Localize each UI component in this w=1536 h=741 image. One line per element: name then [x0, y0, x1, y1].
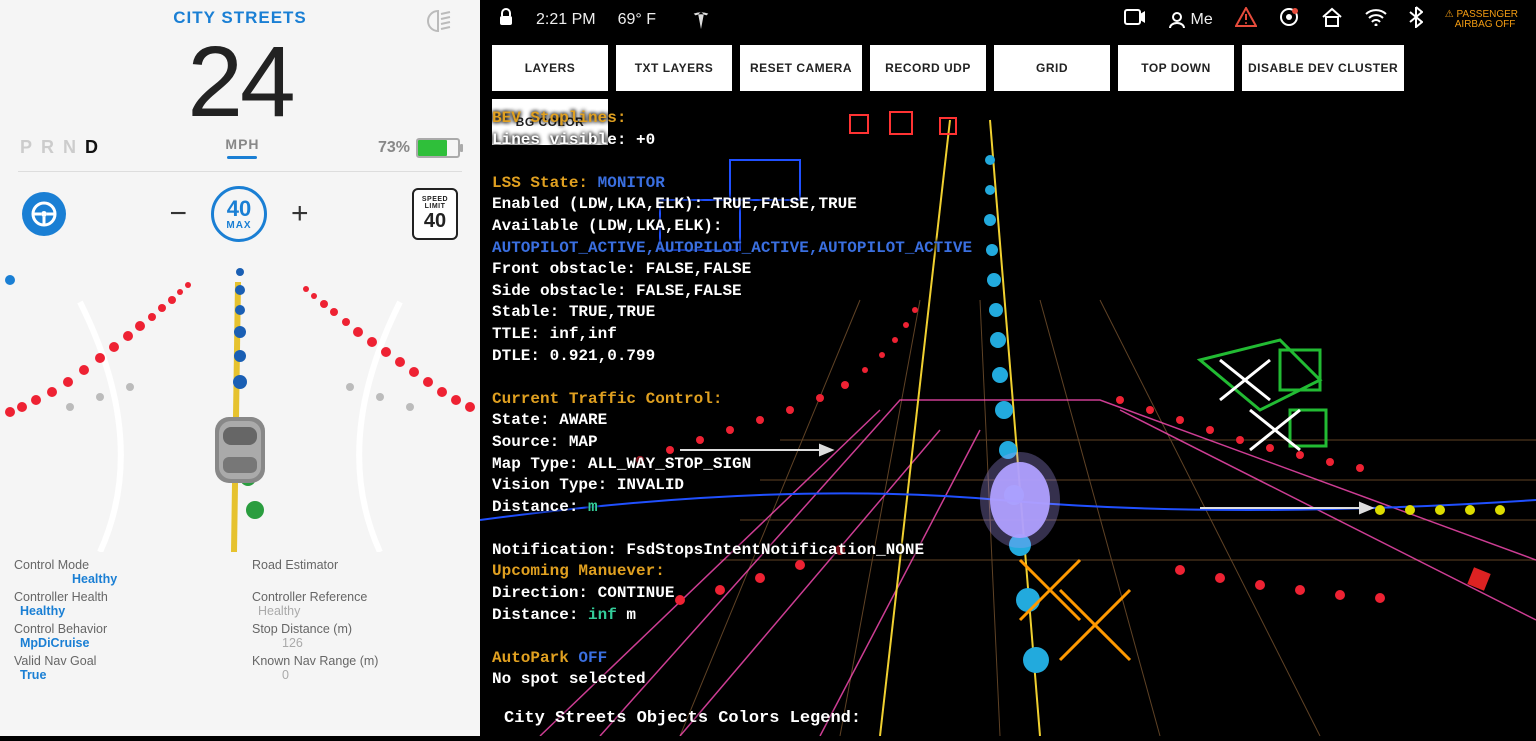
stat-road-estimator-key: Road Estimator [252, 558, 338, 572]
lss-enabled: Enabled (LDW,LKA,ELK): TRUE,FALSE,TRUE [492, 194, 1052, 216]
notification: Notification: FsdStopsIntentNotification… [492, 540, 1052, 562]
unit-underline [227, 156, 257, 159]
stat-control-mode-value: Healthy [72, 572, 117, 586]
stat-control-behavior-key: Control Behavior [14, 622, 107, 636]
status-bar: 2:21 PM 69° F Me ⚠ PASSENGER AIRBAG OFF [480, 0, 1536, 39]
profile-name: Me [1191, 11, 1213, 29]
record-udp-button[interactable]: RECORD UDP [870, 45, 986, 91]
speed-limit-label-1: SPEED [422, 196, 448, 203]
gear-p: P [20, 137, 35, 157]
gear-selector: PRND [20, 137, 107, 158]
gear-n: N [63, 137, 79, 157]
speed-increase-button[interactable]: + [291, 197, 309, 231]
autopark-header: AutoPark [492, 649, 578, 667]
status-temp: 69° F [618, 11, 656, 29]
stat-stop-distance-value: 126 [282, 636, 303, 650]
stat-known-nav-key: Known Nav Range (m) [252, 654, 378, 668]
disable-dev-cluster-button[interactable]: DISABLE DEV CLUSTER [1242, 45, 1404, 91]
autosteer-icon[interactable] [22, 192, 66, 236]
battery-icon [416, 138, 460, 158]
ttle: TTLE: inf,inf [492, 324, 1052, 346]
stat-controller-health-key: Controller Health [14, 590, 108, 604]
speed-decrease-button[interactable]: − [169, 197, 187, 231]
reset-camera-button[interactable]: RESET CAMERA [740, 45, 862, 91]
lss-available-value: AUTOPILOT_ACTIVE,AUTOPILOT_ACTIVE,AUTOPI… [492, 239, 972, 257]
front-obstacle: Front obstacle: FALSE,FALSE [492, 259, 1052, 281]
battery-indicator: 73% [378, 138, 460, 158]
stat-controller-health-value: Healthy [20, 604, 65, 618]
tesla-logo-icon [690, 9, 712, 31]
tc-distance-suffix: m [588, 498, 598, 516]
stat-controller-ref-value: Healthy [258, 604, 300, 618]
stat-controller-ref-key: Controller Reference [252, 590, 367, 604]
maneuver-distance-value: inf [588, 606, 617, 624]
profile-button[interactable]: Me [1168, 11, 1213, 29]
sentry-icon[interactable] [1279, 7, 1299, 32]
speed-unit: MPH [225, 136, 259, 152]
maneuver-header: Upcoming Manuever: [492, 562, 665, 580]
dashcam-icon[interactable] [1124, 8, 1146, 31]
headlight-icon [422, 10, 452, 37]
grid-button[interactable]: GRID [994, 45, 1110, 91]
speed-limit-value: 40 [424, 210, 446, 233]
tc-map-type: Map Type: ALL_WAY_STOP_SIGN [492, 454, 1052, 476]
airbag-warning: ⚠ PASSENGER AIRBAG OFF [1445, 10, 1518, 30]
current-speed: 24 [0, 32, 480, 132]
tc-distance-key: Distance: [492, 498, 588, 516]
lane-visualization [0, 242, 480, 552]
status-time: 2:21 PM [536, 11, 596, 29]
wifi-icon[interactable] [1365, 8, 1387, 31]
maneuver-distance-key: Distance: [492, 606, 588, 624]
lock-icon[interactable] [498, 8, 514, 31]
tc-state: State: AWARE [492, 410, 1052, 432]
speed-limit-sign: SPEED LIMIT 40 [412, 188, 458, 240]
txt-layers-button[interactable]: TXT LAYERS [616, 45, 732, 91]
battery-percent: 73% [378, 139, 410, 157]
traffic-control-header: Current Traffic Control: [492, 390, 722, 408]
stat-known-nav-value: 0 [282, 668, 289, 682]
stat-valid-nav-value: True [20, 668, 46, 682]
stat-stop-distance-key: Stop Distance (m) [252, 622, 352, 636]
bev-stoplines-header: BEV Stoplines: [492, 109, 626, 127]
speed-limit-label-2: LIMIT [425, 203, 446, 210]
warning-icon[interactable] [1235, 7, 1257, 32]
max-speed-indicator[interactable]: 40 MAX [211, 186, 267, 242]
bluetooth-icon[interactable] [1409, 6, 1423, 33]
stat-control-mode-key: Control Mode [14, 558, 89, 572]
stat-control-behavior-value: MpDiCruise [20, 636, 89, 650]
autopark-value: OFF [578, 649, 607, 667]
tc-source: Source: MAP [492, 432, 1052, 454]
max-speed-value: 40 [227, 198, 251, 220]
max-speed-label: MAX [226, 220, 251, 231]
dev-visualizer: 2:21 PM 69° F Me ⚠ PASSENGER AIRBAG OFF … [480, 0, 1536, 736]
dtle: DTLE: 0.921,0.799 [492, 346, 1052, 368]
stable: Stable: TRUE,TRUE [492, 302, 1052, 324]
colors-legend: City Streets Objects Colors Legend: [504, 709, 861, 728]
maneuver-distance-suffix: m [617, 606, 636, 624]
gear-r: R [41, 137, 57, 157]
gear-d: D [85, 137, 101, 157]
controller-stats: Control ModeHealthy Road Estimator Contr… [0, 552, 480, 686]
autopark-spot: No spot selected [492, 669, 1052, 691]
maneuver-direction: Direction: CONTINUE [492, 583, 1052, 605]
homelink-icon[interactable] [1321, 7, 1343, 32]
lss-state-header: LSS State: [492, 174, 588, 192]
drive-mode-label: CITY STREETS [0, 8, 480, 28]
side-obstacle: Side obstacle: FALSE,FALSE [492, 281, 1052, 303]
lss-state-value: MONITOR [588, 174, 665, 192]
tc-vision-type: Vision Type: INVALID [492, 475, 1052, 497]
lss-available-key: Available (LDW,LKA,ELK): [492, 217, 722, 235]
top-down-button[interactable]: TOP DOWN [1118, 45, 1234, 91]
bev-lines-visible: Lines visible: +0 [492, 130, 1052, 152]
debug-overlay-text: BEV Stoplines: Lines visible: +0 LSS Sta… [492, 108, 1052, 691]
stat-valid-nav-key: Valid Nav Goal [14, 654, 96, 668]
layers-button[interactable]: LAYERS [492, 45, 608, 91]
instrument-cluster: CITY STREETS 24 PRND MPH 73% − 40 MAX [0, 0, 480, 736]
